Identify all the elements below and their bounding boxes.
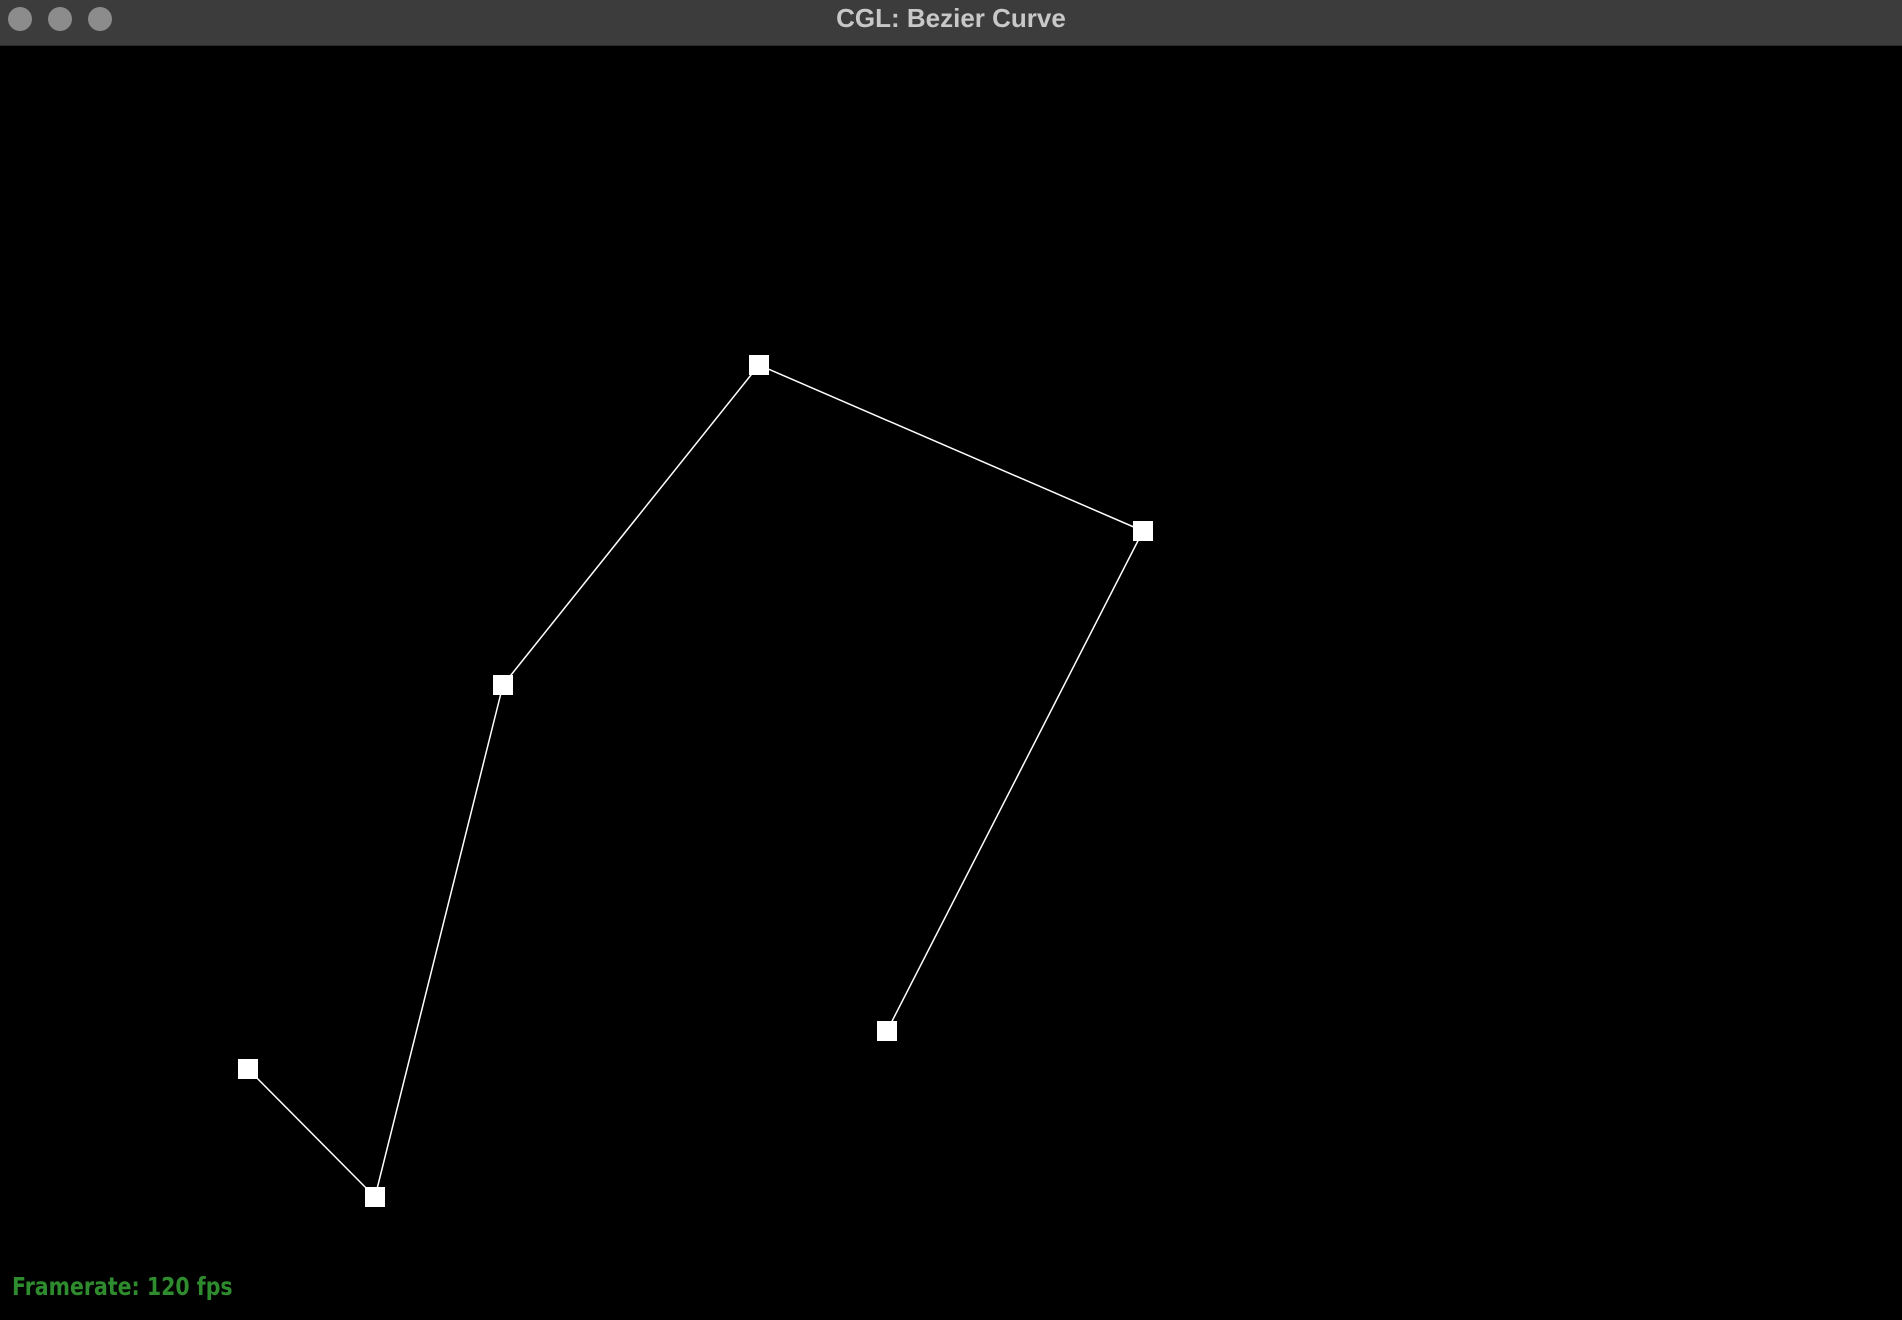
- render-viewport[interactable]: [0, 46, 1902, 1320]
- framerate-label: Framerate: 120 fps: [12, 1272, 233, 1301]
- app-window: CGL: Bezier Curve Framerate: 120 fps: [0, 0, 1902, 1320]
- control-polygon-segment: [886, 530, 1144, 1032]
- control-point[interactable]: [238, 1059, 258, 1079]
- control-point[interactable]: [365, 1187, 385, 1207]
- bezier-scene[interactable]: [0, 46, 1902, 1320]
- control-point[interactable]: [749, 355, 769, 375]
- control-polygon-segment: [758, 364, 1144, 532]
- window-title: CGL: Bezier Curve: [836, 3, 1066, 33]
- control-point[interactable]: [1133, 521, 1153, 541]
- title-bar[interactable]: CGL: Bezier Curve: [0, 0, 1902, 46]
- control-polygon-segment: [374, 684, 504, 1198]
- control-point[interactable]: [493, 675, 513, 695]
- control-polygon-segment: [247, 1068, 376, 1198]
- control-point[interactable]: [877, 1021, 897, 1041]
- control-polygon-segment: [502, 364, 760, 686]
